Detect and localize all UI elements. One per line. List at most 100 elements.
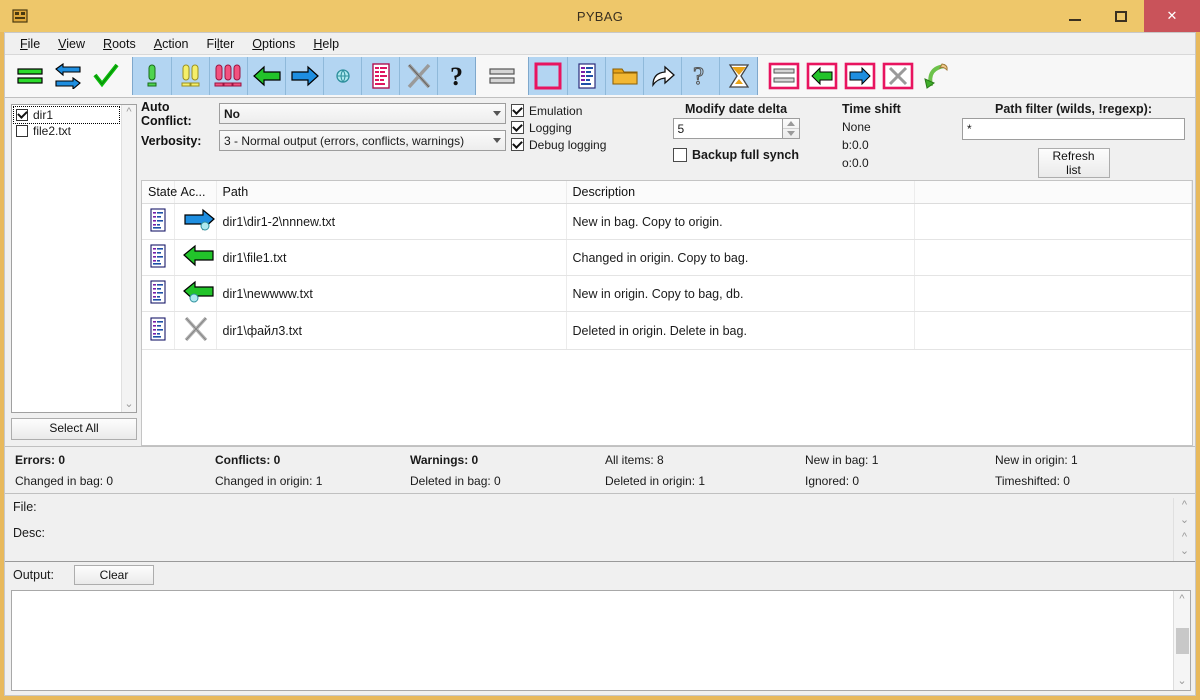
backup-full-synch-row[interactable]: Backup full synch <box>636 148 836 162</box>
open-folder-button[interactable] <box>605 57 643 95</box>
close-icon: ✕ <box>1166 8 1178 23</box>
column-header-extra[interactable] <box>914 181 1192 204</box>
export-button[interactable] <box>643 57 681 95</box>
minimize-button[interactable] <box>1052 0 1098 32</box>
column-header-description[interactable]: Description <box>566 181 915 204</box>
modify-date-delta-group: Modify date delta 5 Backup full synch <box>636 102 836 176</box>
timeshift-button[interactable] <box>719 57 757 95</box>
chevron-down-icon[interactable]: ⌄ <box>1180 514 1189 526</box>
checkbox-checked-icon[interactable] <box>16 109 28 121</box>
maximize-button[interactable] <box>1098 0 1144 32</box>
modify-date-delta-spinner[interactable]: 5 <box>636 118 836 139</box>
swap-roots-button[interactable] <box>49 57 87 95</box>
state-cell <box>142 239 175 276</box>
table-row[interactable]: dir1\file1.txt Changed in origin. Copy t… <box>142 239 1192 276</box>
help-button[interactable]: ? <box>437 57 475 95</box>
window-buttons: ✕ <box>1052 0 1200 32</box>
desc-scrollbar[interactable]: ^ ⌄ <box>1173 529 1195 561</box>
logging-checkbox-row[interactable]: Logging <box>511 119 636 136</box>
chevron-up-icon[interactable]: ^ <box>1182 531 1187 543</box>
toolbar-group-view: ? <box>528 57 758 95</box>
verbosity-select[interactable]: 3 - Normal output (errors, conflicts, wa… <box>219 130 506 151</box>
filter-delete-button[interactable] <box>879 57 917 95</box>
toolbar: ? ? <box>5 55 1195 98</box>
menu-help[interactable]: Help <box>304 35 348 53</box>
select-all-button[interactable]: Select All <box>11 418 137 440</box>
menu-options[interactable]: Options <box>243 35 304 53</box>
column-header-action[interactable]: Ac... <box>174 181 217 204</box>
verbosity-3-button[interactable] <box>209 57 247 95</box>
output-text[interactable] <box>12 591 1173 690</box>
no-action-button[interactable] <box>483 57 521 95</box>
document-lines-icon <box>150 317 166 341</box>
file-scrollbar[interactable]: ^ ⌄ <box>1173 498 1195 530</box>
chevron-up-icon[interactable]: ^ <box>1182 500 1187 511</box>
menu-roots[interactable]: Roots <box>94 35 145 53</box>
auto-conflict-select[interactable]: No <box>219 103 506 124</box>
checkbox-unchecked-icon[interactable] <box>16 125 28 137</box>
items-table[interactable]: State Ac... Path Description dir1\dir1-2… <box>141 180 1193 446</box>
tree-item-dir1[interactable]: dir1 <box>13 106 120 124</box>
filter-to-origin-button[interactable] <box>841 57 879 95</box>
menu-filter[interactable]: Filter <box>197 35 243 53</box>
x-cross-grey-icon <box>184 316 207 342</box>
clear-button[interactable]: Clear <box>74 565 154 585</box>
roots-tree[interactable]: dir1 file2.txt ^ ⌄ <box>11 104 137 413</box>
state-cell <box>142 275 175 312</box>
apply-check-button[interactable] <box>87 57 125 95</box>
path-filter-input[interactable]: * <box>962 118 1185 140</box>
column-header-path[interactable]: Path <box>216 181 567 204</box>
checkbox-checked-icon[interactable] <box>511 104 524 117</box>
menu-file[interactable]: File <box>11 35 49 53</box>
column-header-state[interactable]: State <box>142 181 177 204</box>
auto-conflict-row: Auto Conflict: No <box>141 100 506 128</box>
spinner-down-icon[interactable] <box>783 129 799 138</box>
extra-cell <box>914 311 1192 350</box>
compare-button[interactable] <box>11 57 49 95</box>
debug-logging-checkbox-row[interactable]: Debug logging <box>511 136 636 153</box>
delete-button[interactable] <box>399 57 437 95</box>
table-row[interactable]: dir1\newwww.txt New in origin. Copy to b… <box>142 275 1192 312</box>
scrollbar-thumb[interactable] <box>1175 627 1189 654</box>
filter-to-bag-button[interactable] <box>803 57 841 95</box>
net-status-button[interactable] <box>323 57 361 95</box>
undo-button[interactable] <box>917 57 955 95</box>
modify-date-delta-input[interactable]: 5 <box>672 118 783 139</box>
emulation-checkbox-row[interactable]: Emulation <box>511 102 636 119</box>
stat-deleted-in-bag: Deleted in bag: 0 <box>410 473 501 488</box>
checkbox-checked-icon[interactable] <box>511 121 524 134</box>
extra-cell <box>914 203 1192 240</box>
chevron-up-icon[interactable]: ^ <box>1179 594 1184 605</box>
roots-tree-scrollbar[interactable]: ^ ⌄ <box>121 105 136 412</box>
checkbox-checked-icon[interactable] <box>511 138 524 151</box>
menu-action[interactable]: Action <box>145 35 198 53</box>
chevron-down-icon[interactable]: ⌄ <box>1177 676 1186 687</box>
chevron-down-icon[interactable]: ⌄ <box>124 399 133 410</box>
stat-new-in-origin: New in origin: 1 <box>995 452 1078 467</box>
upper-area: dir1 file2.txt ^ ⌄ Select All Auto Confl… <box>5 98 1195 446</box>
chevron-up-icon[interactable]: ^ <box>126 107 131 118</box>
view-file-button[interactable] <box>567 57 605 95</box>
verbosity-1-button[interactable] <box>133 57 171 95</box>
menu-view[interactable]: View <box>49 35 94 53</box>
output-area[interactable]: ^ ⌄ <box>11 590 1191 691</box>
spinner-up-icon[interactable] <box>782 119 799 129</box>
output-scrollbar[interactable]: ^ ⌄ <box>1173 591 1190 690</box>
verbosity-label: Verbosity: <box>141 133 202 148</box>
copy-to-bag-button[interactable] <box>247 57 285 95</box>
spinner-buttons[interactable] <box>782 118 800 139</box>
table-row[interactable]: dir1\файл3.txt Deleted in origin. Delete… <box>142 311 1192 350</box>
tree-item-file2[interactable]: file2.txt <box>14 123 121 139</box>
table-row[interactable]: dir1\dir1-2\nnnew.txt New in bag. Copy t… <box>142 203 1192 240</box>
checkbox-unchecked-icon[interactable] <box>673 148 687 162</box>
debug-logging-label: Debug logging <box>529 137 607 152</box>
copy-to-origin-button[interactable] <box>285 57 323 95</box>
verbosity-2-button[interactable] <box>171 57 209 95</box>
filter-none-button[interactable] <box>765 57 803 95</box>
refresh-list-button[interactable]: Refresh list <box>1037 148 1110 178</box>
close-button[interactable]: ✕ <box>1144 0 1200 32</box>
unknown-state-button[interactable]: ? <box>681 57 719 95</box>
chevron-down-icon[interactable]: ⌄ <box>1180 546 1189 557</box>
select-none-button[interactable] <box>529 57 567 95</box>
show-log-button[interactable] <box>361 57 399 95</box>
